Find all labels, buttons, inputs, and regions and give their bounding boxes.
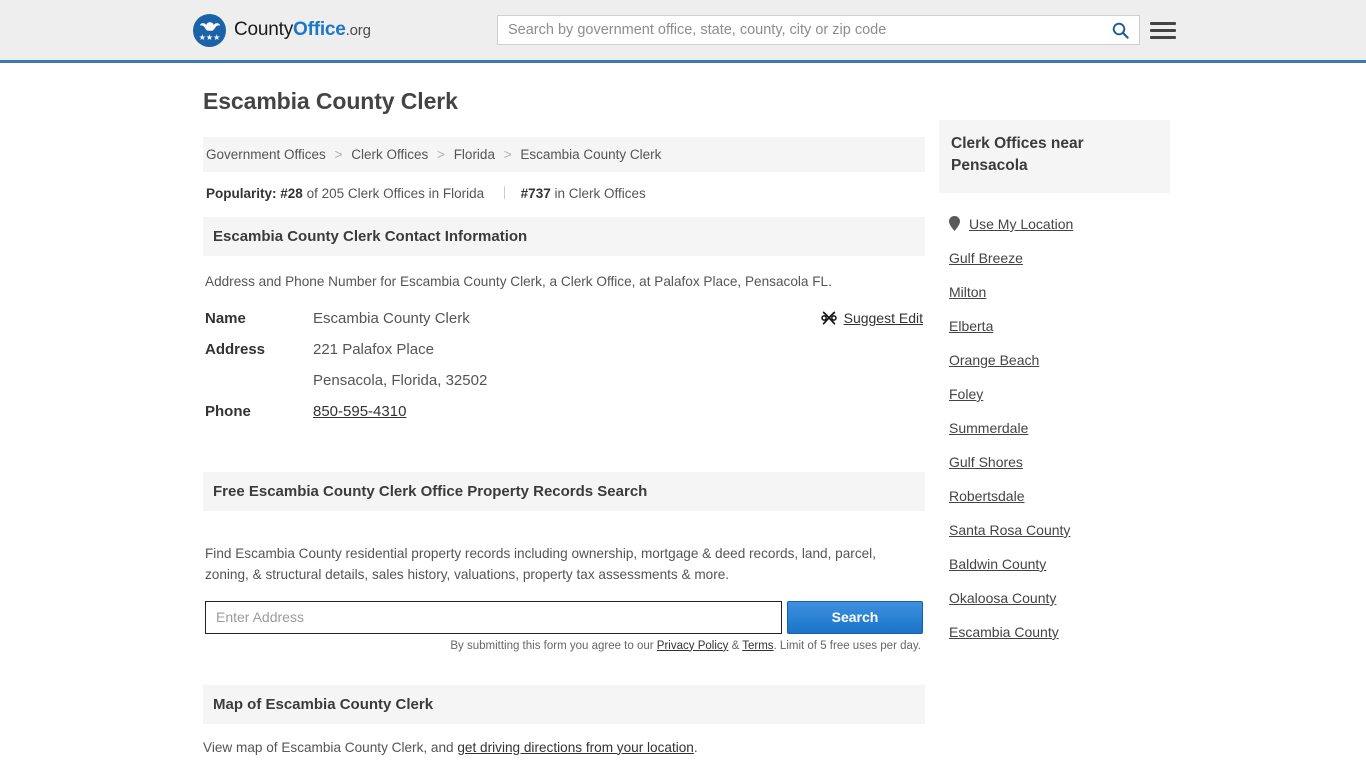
contact-row-value: 850-595-4310: [313, 403, 406, 420]
popularity-line: Popularity: #28 of 205 Clerk Offices in …: [203, 172, 925, 217]
sidebar-item-baldwin-county[interactable]: Baldwin County: [939, 547, 1170, 581]
use-my-location-label[interactable]: Use My Location: [969, 216, 1073, 232]
sidebar-heading: Clerk Offices near Pensacola: [939, 120, 1170, 193]
suggest-edit-label: Suggest Edit: [843, 310, 923, 327]
sidebar-link-label[interactable]: Orange Beach: [949, 352, 1039, 368]
sidebar-link-label[interactable]: Gulf Breeze: [949, 250, 1023, 266]
property-search-description: Find Escambia County residential propert…: [205, 546, 876, 583]
property-search-note: By submitting this form you agree to our…: [205, 640, 923, 652]
breadcrumb-separator: >: [503, 147, 512, 162]
contact-section-body: Address and Phone Number for Escambia Co…: [203, 256, 925, 440]
search-icon: [1112, 22, 1129, 39]
sidebar-item-milton[interactable]: Milton: [939, 275, 1170, 309]
sidebar-item-orange-beach[interactable]: Orange Beach: [939, 343, 1170, 377]
popularity-divider: [503, 186, 505, 199]
contact-lede: Address and Phone Number for Escambia Co…: [205, 274, 832, 289]
sidebar-item-summerdale[interactable]: Summerdale: [939, 411, 1170, 445]
contact-row-address: Address 221 Palafox Place: [205, 341, 923, 358]
sidebar-link-label[interactable]: Gulf Shores: [949, 454, 1023, 470]
contact-row-name: Name Escambia County Clerk Suggest Edit: [205, 310, 923, 327]
site-logo[interactable]: ★★★ CountyOffice.org: [193, 13, 371, 47]
map-pin-icon: [949, 216, 960, 232]
map-lede-prefix: View map of Escambia County Clerk, and: [203, 739, 458, 755]
map-lede-suffix: .: [693, 739, 698, 755]
search-submit-button[interactable]: [1101, 16, 1139, 44]
property-search-heading: Free Escambia County Clerk Office Proper…: [203, 472, 925, 512]
sidebar-link-label[interactable]: Santa Rosa County: [949, 522, 1070, 538]
contact-row-phone: Phone 850-595-4310: [205, 403, 923, 420]
hamburger-menu-icon[interactable]: [1150, 21, 1176, 39]
sidebar: Clerk Offices near Pensacola Use My Loca…: [939, 120, 1170, 649]
contact-row-citystate: Pensacola, Florida, 32502: [205, 372, 923, 389]
breadcrumb-item-florida[interactable]: Florida: [454, 147, 495, 162]
popularity-national-rank: #737: [520, 186, 551, 201]
sidebar-item-use-my-location[interactable]: Use My Location: [939, 207, 1170, 241]
global-search-bar[interactable]: [497, 15, 1140, 45]
sidebar-item-santa-rosa-county[interactable]: Santa Rosa County: [939, 513, 1170, 547]
contact-row-key: Address: [205, 341, 266, 359]
breadcrumb: Government Offices > Clerk Offices > Flo…: [203, 137, 925, 172]
sidebar-link-label[interactable]: Okaloosa County: [949, 590, 1056, 606]
property-search-button[interactable]: Search: [787, 600, 923, 634]
popularity-state-rank-text: of 205 Clerk Offices in Florida: [302, 186, 485, 201]
three-stars-glyph: ★★★: [198, 32, 221, 42]
map-section-heading: Map of Escambia County Clerk: [203, 684, 925, 724]
breadcrumb-item-current: Escambia County Clerk: [520, 147, 662, 162]
eagle-glyph: [199, 21, 220, 31]
address-input[interactable]: [205, 600, 782, 634]
contact-row-value: Escambia County Clerk: [313, 310, 470, 328]
hamburger-bar: [1150, 35, 1176, 39]
note-amp: &: [728, 639, 743, 652]
terms-link[interactable]: Terms: [742, 640, 773, 652]
brand-part-office: Office: [293, 19, 346, 40]
privacy-policy-link[interactable]: Privacy Policy: [657, 640, 729, 652]
sidebar-item-gulf-shores[interactable]: Gulf Shores: [939, 445, 1170, 479]
popularity-national-rank-text: in Clerk Offices: [550, 186, 646, 201]
sidebar-link-label[interactable]: Escambia County: [949, 624, 1059, 640]
contact-row-value: 221 Palafox Place: [313, 341, 434, 359]
sidebar-link-label[interactable]: Elberta: [949, 318, 993, 334]
sidebar-item-escambia-county[interactable]: Escambia County: [939, 615, 1170, 649]
popularity-label: Popularity:: [206, 186, 277, 201]
search-input[interactable]: [498, 16, 1101, 44]
driving-directions-link[interactable]: get driving directions from your locatio…: [457, 740, 694, 755]
sidebar-link-label[interactable]: Robertsdale: [949, 488, 1025, 504]
breadcrumb-item-government-offices[interactable]: Government Offices: [206, 147, 326, 162]
contact-section-heading: Escambia County Clerk Contact Informatio…: [203, 217, 925, 256]
sidebar-item-elberta[interactable]: Elberta: [939, 309, 1170, 343]
eagle-seal-icon: ★★★: [193, 13, 226, 47]
sidebar-link-list: Use My Location Gulf Breeze Milton Elber…: [939, 193, 1170, 649]
contact-row-key: Phone: [205, 403, 251, 421]
note-suffix: . Limit of 5 free uses per day.: [773, 639, 921, 652]
sidebar-link-label[interactable]: Milton: [949, 284, 986, 300]
map-lede: View map of Escambia County Clerk, and g…: [203, 740, 925, 755]
note-prefix: By submitting this form you agree to our: [450, 639, 657, 652]
sidebar-item-okaloosa-county[interactable]: Okaloosa County: [939, 581, 1170, 615]
main-content: Escambia County Clerk Government Offices…: [203, 88, 925, 768]
breadcrumb-separator: >: [334, 147, 343, 162]
suggest-edit-link[interactable]: Suggest Edit: [820, 310, 923, 327]
sidebar-link-label[interactable]: Baldwin County: [949, 556, 1046, 572]
sidebar-item-robertsdale[interactable]: Robertsdale: [939, 479, 1170, 513]
sidebar-item-gulf-breeze[interactable]: Gulf Breeze: [939, 241, 1170, 275]
brand-part-county: County: [234, 19, 294, 40]
popularity-state-rank: #28: [280, 186, 303, 201]
brand-wordmark: CountyOffice.org: [234, 19, 371, 41]
sidebar-link-label[interactable]: Summerdale: [949, 420, 1028, 436]
contact-row-value: Pensacola, Florida, 32502: [313, 372, 488, 390]
breadcrumb-item-clerk-offices[interactable]: Clerk Offices: [351, 147, 428, 162]
edit-pencil-icon: [820, 311, 837, 325]
site-header: ★★★ CountyOffice.org: [0, 0, 1366, 63]
hamburger-bar: [1150, 28, 1176, 32]
page-title: Escambia County Clerk: [203, 88, 458, 114]
hamburger-bar: [1150, 21, 1176, 25]
contact-row-key: Name: [205, 310, 246, 328]
breadcrumb-separator: >: [437, 147, 445, 162]
brand-part-org: .org: [345, 22, 371, 39]
sidebar-item-foley[interactable]: Foley: [939, 377, 1170, 411]
property-search-body: Find Escambia County residential propert…: [203, 511, 925, 657]
sidebar-link-label[interactable]: Foley: [949, 386, 983, 402]
phone-link[interactable]: 850-595-4310: [313, 403, 406, 420]
property-search-form: Search: [205, 600, 923, 634]
